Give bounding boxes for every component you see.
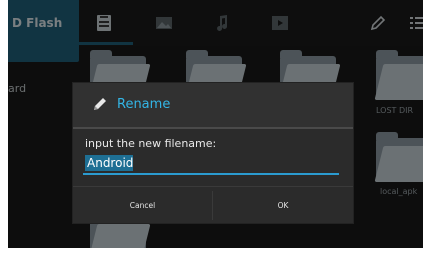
dialog-title: Rename (117, 97, 171, 112)
rename-dialog: Rename input the new filename: Android C… (72, 82, 354, 224)
cancel-button[interactable]: Cancel (73, 187, 212, 224)
ok-button[interactable]: OK (213, 187, 353, 224)
pencil-icon (94, 98, 106, 110)
dialog-button-row: Cancel OK (73, 186, 353, 224)
filename-prompt: input the new filename: (85, 137, 217, 150)
app-screen: D Flash ard LOST DIR local_apk Rename in… (8, 0, 423, 248)
dialog-divider (73, 127, 353, 129)
filename-input[interactable]: Android (83, 153, 339, 175)
filename-value[interactable]: Android (87, 156, 133, 170)
dialog-header: Rename (73, 83, 353, 127)
input-underline (83, 173, 339, 175)
